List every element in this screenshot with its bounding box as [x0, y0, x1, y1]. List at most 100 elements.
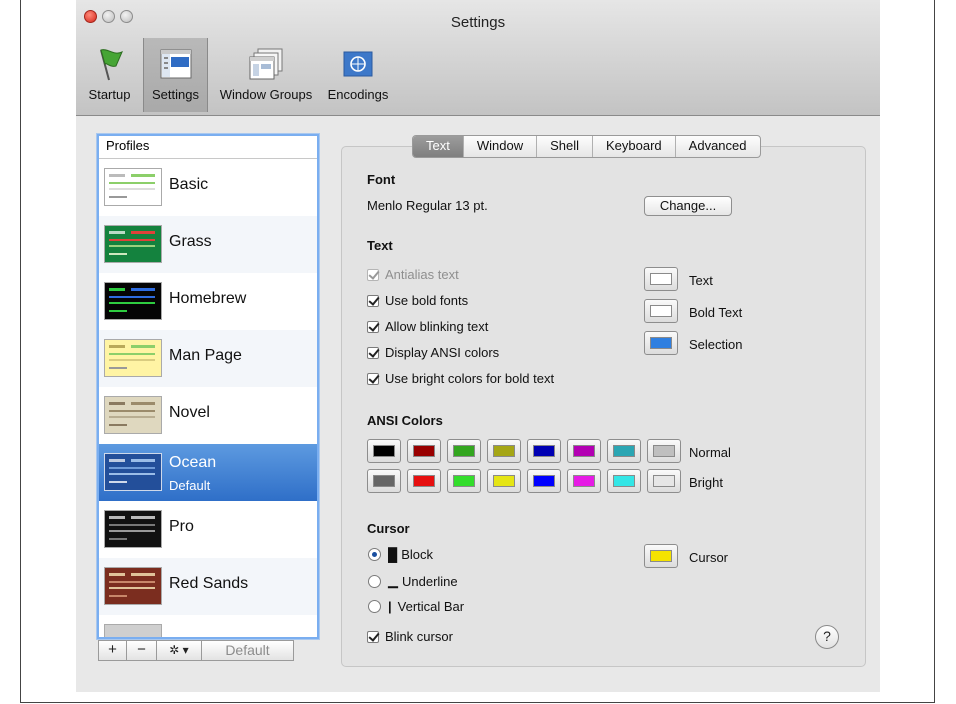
- tab-window[interactable]: Window: [464, 136, 538, 157]
- action-menu-button[interactable]: ✲ ▾: [157, 640, 202, 661]
- color-swatch: [413, 445, 435, 457]
- blinking-text-checkbox[interactable]: Allow blinking text: [367, 319, 488, 334]
- ansi-bright-color-well[interactable]: [367, 469, 401, 493]
- ansi-bright-color-well[interactable]: [487, 469, 521, 493]
- tab-advanced[interactable]: Advanced: [676, 136, 760, 157]
- change-font-button[interactable]: Change...: [644, 196, 732, 216]
- profile-item-partial[interactable]: [99, 615, 317, 637]
- ansi-normal-color-well[interactable]: [367, 439, 401, 463]
- checkbox-box: [367, 346, 379, 359]
- bold-fonts-checkbox[interactable]: Use bold fonts: [367, 293, 468, 308]
- globe-flag-icon: [340, 46, 376, 87]
- profile-item-red-sands[interactable]: Red Sands: [99, 558, 317, 615]
- help-button[interactable]: ?: [815, 625, 839, 649]
- ansi-bright-color-well[interactable]: [607, 469, 641, 493]
- checkbox-box: [367, 320, 379, 333]
- color-swatch: [413, 475, 435, 487]
- remove-profile-button[interactable]: −: [127, 640, 157, 661]
- ansi-bright-color-well[interactable]: [567, 469, 601, 493]
- ansi-bright-color-well[interactable]: [447, 469, 481, 493]
- profile-name: Novel: [169, 404, 210, 421]
- tab-text[interactable]: Text: [413, 136, 464, 157]
- profiles-header: Profiles: [99, 136, 317, 159]
- profile-default-label: Default: [169, 478, 211, 493]
- selection-color-well[interactable]: [644, 331, 678, 355]
- radio-label: Block: [401, 547, 434, 562]
- tab-keyboard[interactable]: Keyboard: [593, 136, 676, 157]
- toolbar-window-groups[interactable]: Window Groups: [208, 38, 324, 112]
- text-color-well[interactable]: [644, 267, 678, 291]
- ansi-colors-heading: ANSI Colors: [367, 413, 443, 428]
- ansi-bright-color-well[interactable]: [647, 469, 681, 493]
- radio-circle: [368, 574, 381, 588]
- color-swatch: [453, 475, 475, 487]
- profile-thumbnail: [104, 282, 162, 320]
- profile-item-pro[interactable]: Pro: [99, 501, 317, 558]
- vertical-bar-cursor-icon: |: [388, 599, 392, 614]
- ansi-normal-color-well[interactable]: [487, 439, 521, 463]
- profile-item-homebrew[interactable]: Homebrew: [99, 273, 317, 330]
- ansi-colors-checkbox[interactable]: Display ANSI colors: [367, 345, 499, 360]
- color-swatch: [653, 475, 675, 487]
- profile-thumbnail: [104, 510, 162, 548]
- ansi-normal-color-well[interactable]: [447, 439, 481, 463]
- cursor-color-well[interactable]: [644, 544, 678, 568]
- checkbox-label: Antialias text: [385, 267, 459, 282]
- bold-text-color-label: Bold Text: [689, 305, 743, 320]
- radio-label: Underline: [402, 573, 458, 589]
- color-swatch: [573, 445, 595, 457]
- tab-shell[interactable]: Shell: [537, 136, 594, 157]
- ansi-normal-color-well[interactable]: [567, 439, 601, 463]
- font-heading: Font: [367, 172, 396, 187]
- blink-cursor-checkbox[interactable]: Blink cursor: [367, 629, 453, 644]
- color-swatch: [493, 475, 515, 487]
- profile-item-novel[interactable]: Novel: [99, 387, 317, 444]
- text-heading: Text: [367, 238, 393, 253]
- checkbox-box: [367, 268, 379, 281]
- color-swatch: [613, 475, 635, 487]
- profile-name: Pro: [169, 518, 194, 535]
- ansi-normal-color-well[interactable]: [607, 439, 641, 463]
- antialias-checkbox[interactable]: Antialias text: [367, 267, 459, 282]
- radio-label: Vertical Bar: [397, 599, 465, 614]
- profile-name: Ocean: [169, 454, 217, 471]
- add-profile-button[interactable]: +: [98, 640, 127, 661]
- toolbar-window-groups-label: Window Groups: [219, 87, 313, 102]
- toolbar-startup[interactable]: Startup: [76, 38, 143, 112]
- ansi-normal-color-well[interactable]: [407, 439, 441, 463]
- checkbox-box: [367, 294, 379, 307]
- checkbox-label: Display ANSI colors: [385, 345, 500, 360]
- title-bar: Settings Startup Settings Window Groups: [76, 0, 880, 116]
- bold-text-color-well[interactable]: [644, 299, 678, 323]
- cursor-underline-radio[interactable]: ▁ Underline: [368, 573, 458, 589]
- color-swatch: [573, 475, 595, 487]
- ansi-normal-color-well[interactable]: [527, 439, 561, 463]
- checkbox-label: Blink cursor: [385, 629, 453, 644]
- bright-bold-checkbox[interactable]: Use bright colors for bold text: [367, 371, 554, 386]
- color-swatch: [533, 475, 555, 487]
- checkbox-box: [367, 630, 379, 643]
- cursor-block-radio[interactable]: █ Block: [368, 547, 433, 562]
- profile-item-basic[interactable]: Basic: [99, 159, 317, 216]
- default-button[interactable]: Default: [202, 640, 294, 661]
- toolbar-settings[interactable]: Settings: [143, 38, 208, 112]
- profile-item-grass[interactable]: Grass: [99, 216, 317, 273]
- profile-name: Red Sands: [169, 575, 249, 592]
- ansi-bright-color-well[interactable]: [527, 469, 561, 493]
- color-swatch: [650, 550, 672, 562]
- tab-bar: Text Window Shell Keyboard Advanced: [412, 135, 761, 158]
- toolbar-encodings-label: Encodings: [327, 87, 389, 102]
- ansi-bright-color-well[interactable]: [407, 469, 441, 493]
- profiles-list[interactable]: Profiles Basic Grass Homebrew Man Page N…: [97, 134, 319, 639]
- ansi-normal-color-well[interactable]: [647, 439, 681, 463]
- profile-item-man-page[interactable]: Man Page: [99, 330, 317, 387]
- cursor-vertical-bar-radio[interactable]: | Vertical Bar: [368, 599, 464, 614]
- ansi-normal-label: Normal: [689, 445, 731, 460]
- color-swatch: [373, 475, 395, 487]
- flag-icon: [92, 46, 128, 87]
- block-cursor-icon: █: [388, 547, 398, 562]
- color-swatch: [650, 273, 672, 285]
- window-title: Settings: [450, 14, 506, 31]
- profile-item-ocean[interactable]: Ocean Default: [99, 444, 317, 501]
- toolbar-encodings[interactable]: Encodings: [324, 38, 392, 112]
